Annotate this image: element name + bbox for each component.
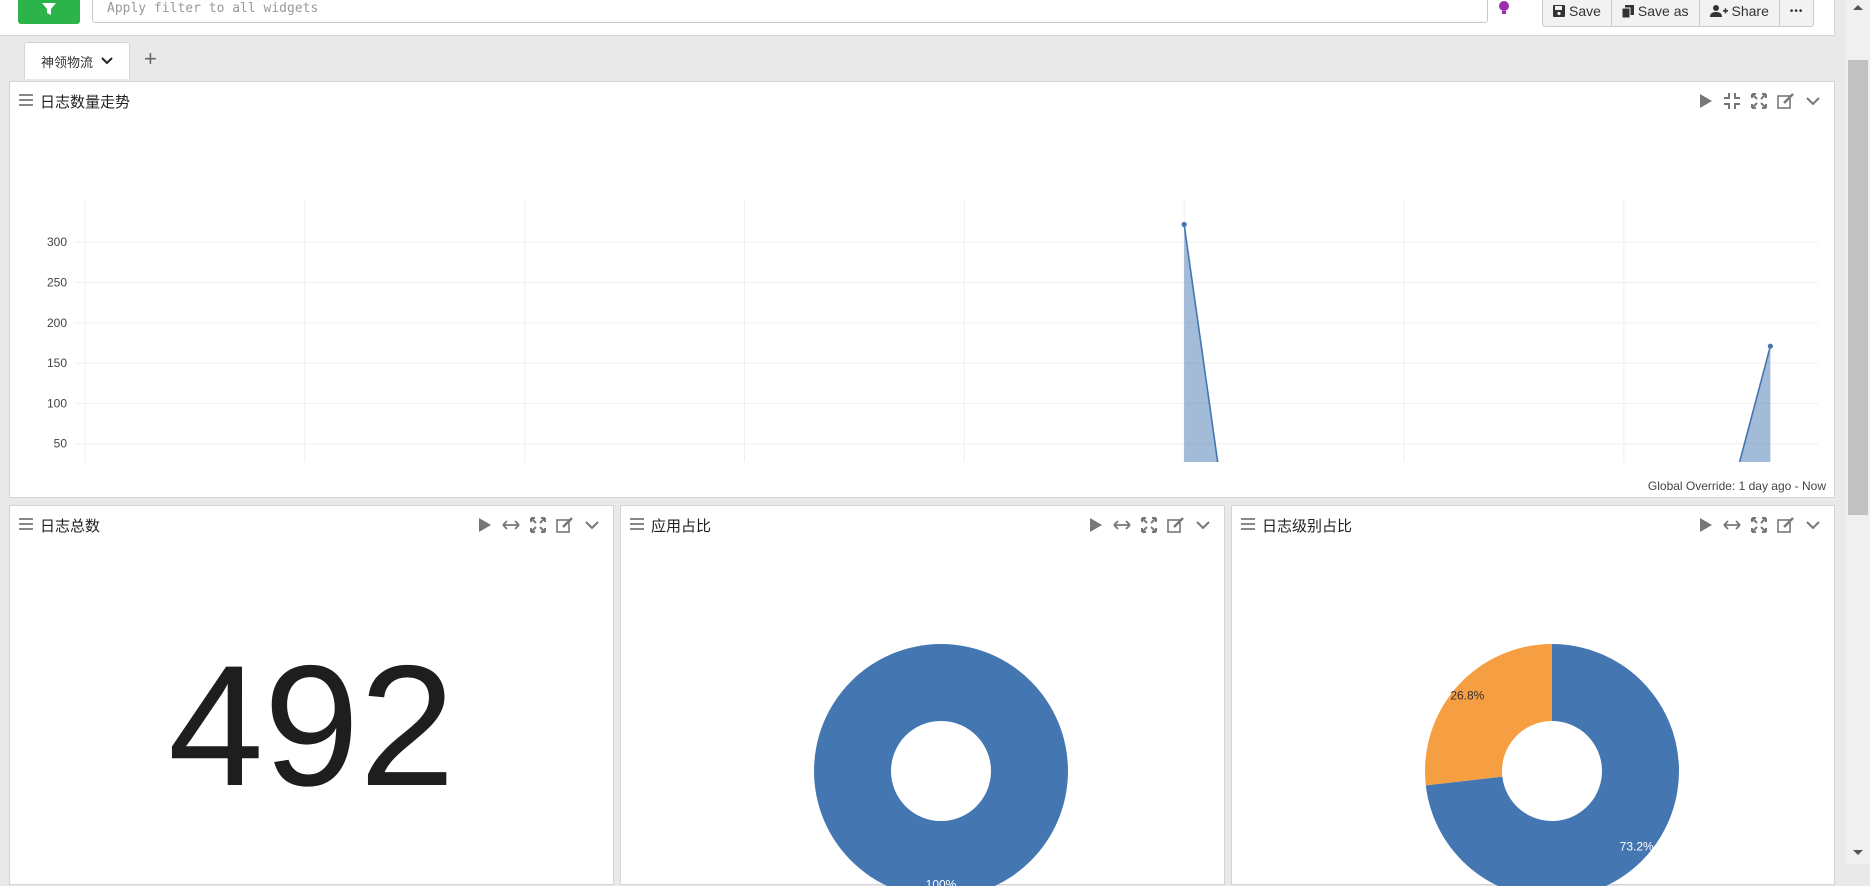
drag-handle-icon[interactable] <box>630 518 644 533</box>
save-button[interactable]: Save <box>1543 0 1612 26</box>
pie-label: 73.2% <box>1620 840 1654 854</box>
scroll-down-icon[interactable] <box>1852 848 1864 858</box>
share-label: Share <box>1732 3 1769 19</box>
edit-icon[interactable] <box>1167 516 1185 534</box>
expand-icon[interactable] <box>529 516 547 534</box>
scrollbar-thumb[interactable] <box>1848 60 1868 515</box>
ellipsis-icon: ••• <box>1790 6 1804 17</box>
compress-icon[interactable] <box>1723 92 1741 110</box>
trend-chart: 05010015020025030000:00Oct 14, 202203:00… <box>10 122 1834 462</box>
filter-input[interactable]: Apply filter to all widgets <box>92 0 1488 23</box>
trend-widget: 日志数量走势 05010015020025030000:00Oct 14, 20… <box>9 81 1835 498</box>
widget-header: 日志级别占比 <box>1232 506 1834 544</box>
dashboard-actions: Save Save as Share ••• <box>1542 0 1814 27</box>
save-label: Save <box>1569 3 1601 19</box>
save-as-label: Save as <box>1638 3 1689 19</box>
filter-button[interactable] <box>18 0 80 24</box>
resize-horizontal-icon[interactable] <box>1113 516 1131 534</box>
tab-shenling[interactable]: 神领物流 <box>24 42 130 79</box>
widget-tools <box>1086 516 1212 534</box>
pie-label: 26.8% <box>1450 688 1484 702</box>
series-area <box>1184 225 1770 462</box>
widget-header: 应用占比 <box>621 506 1224 544</box>
chevron-down-icon[interactable] <box>1804 516 1822 534</box>
floppy-icon <box>1553 5 1565 17</box>
lightbulb-icon[interactable] <box>1498 0 1510 21</box>
add-tab-button[interactable]: + <box>144 48 157 70</box>
y-tick-label: 100 <box>47 396 67 410</box>
pie-slice <box>814 644 1068 886</box>
tab-label: 神领物流 <box>41 52 93 71</box>
resize-horizontal-icon[interactable] <box>502 516 520 534</box>
chevron-down-icon[interactable] <box>1194 516 1212 534</box>
level-ratio-pie: 73.2% 26.8% <box>1232 546 1834 886</box>
add-user-icon <box>1710 5 1728 17</box>
edit-icon[interactable] <box>556 516 574 534</box>
widget-header: 日志总数 <box>10 506 613 544</box>
data-point <box>1768 344 1773 349</box>
play-icon[interactable] <box>475 516 493 534</box>
widget-title: 日志级别占比 <box>1262 515 1352 536</box>
copy-icon <box>1622 5 1634 18</box>
share-button[interactable]: Share <box>1700 0 1780 26</box>
y-tick-label: 150 <box>47 356 67 370</box>
chevron-down-icon[interactable] <box>1804 92 1822 110</box>
widget-tools <box>1696 92 1822 110</box>
series-line <box>1184 225 1770 462</box>
time-range-note: Global Override: 1 day ago - Now <box>1648 479 1826 493</box>
total-count: 492 <box>10 636 613 816</box>
scroll-up-icon[interactable] <box>1852 2 1864 12</box>
drag-handle-icon[interactable] <box>1241 518 1255 533</box>
edit-icon[interactable] <box>1777 516 1795 534</box>
resize-horizontal-icon[interactable] <box>1723 516 1741 534</box>
y-tick-label: 250 <box>47 276 67 290</box>
data-point <box>1182 222 1187 227</box>
chevron-down-icon[interactable] <box>583 516 601 534</box>
play-icon[interactable] <box>1696 92 1714 110</box>
widget-title: 日志总数 <box>40 515 100 536</box>
play-icon[interactable] <box>1086 516 1104 534</box>
app-ratio-widget: 应用占比 100% <box>620 505 1225 885</box>
y-tick-label: 300 <box>47 235 67 249</box>
expand-icon[interactable] <box>1750 516 1768 534</box>
drag-handle-icon[interactable] <box>19 518 33 533</box>
more-button[interactable]: ••• <box>1780 0 1814 26</box>
expand-icon[interactable] <box>1750 92 1768 110</box>
pie-slice <box>1425 644 1552 785</box>
total-widget: 日志总数 492 <box>9 505 614 885</box>
y-tick-label: 50 <box>54 437 68 451</box>
widget-header: 日志数量走势 <box>10 82 1834 120</box>
y-tick-label: 200 <box>47 316 67 330</box>
play-icon[interactable] <box>1696 516 1714 534</box>
expand-icon[interactable] <box>1140 516 1158 534</box>
save-as-button[interactable]: Save as <box>1612 0 1700 26</box>
funnel-icon <box>41 1 57 17</box>
dashboard-tabs: 神领物流 + <box>0 36 1834 80</box>
widget-tools <box>1696 516 1822 534</box>
widget-title: 日志数量走势 <box>40 91 130 112</box>
drag-handle-icon[interactable] <box>19 94 33 109</box>
edit-icon[interactable] <box>1777 92 1795 110</box>
top-toolbar: Apply filter to all widgets Save Save as… <box>0 0 1835 36</box>
widget-title: 应用占比 <box>651 515 711 536</box>
widget-tools <box>475 516 601 534</box>
app-ratio-pie: 100% <box>621 546 1224 886</box>
level-ratio-widget: 日志级别占比 73.2% 26.8% <box>1231 505 1835 885</box>
pie-label: 100% <box>926 878 957 886</box>
chevron-down-icon <box>101 56 113 66</box>
